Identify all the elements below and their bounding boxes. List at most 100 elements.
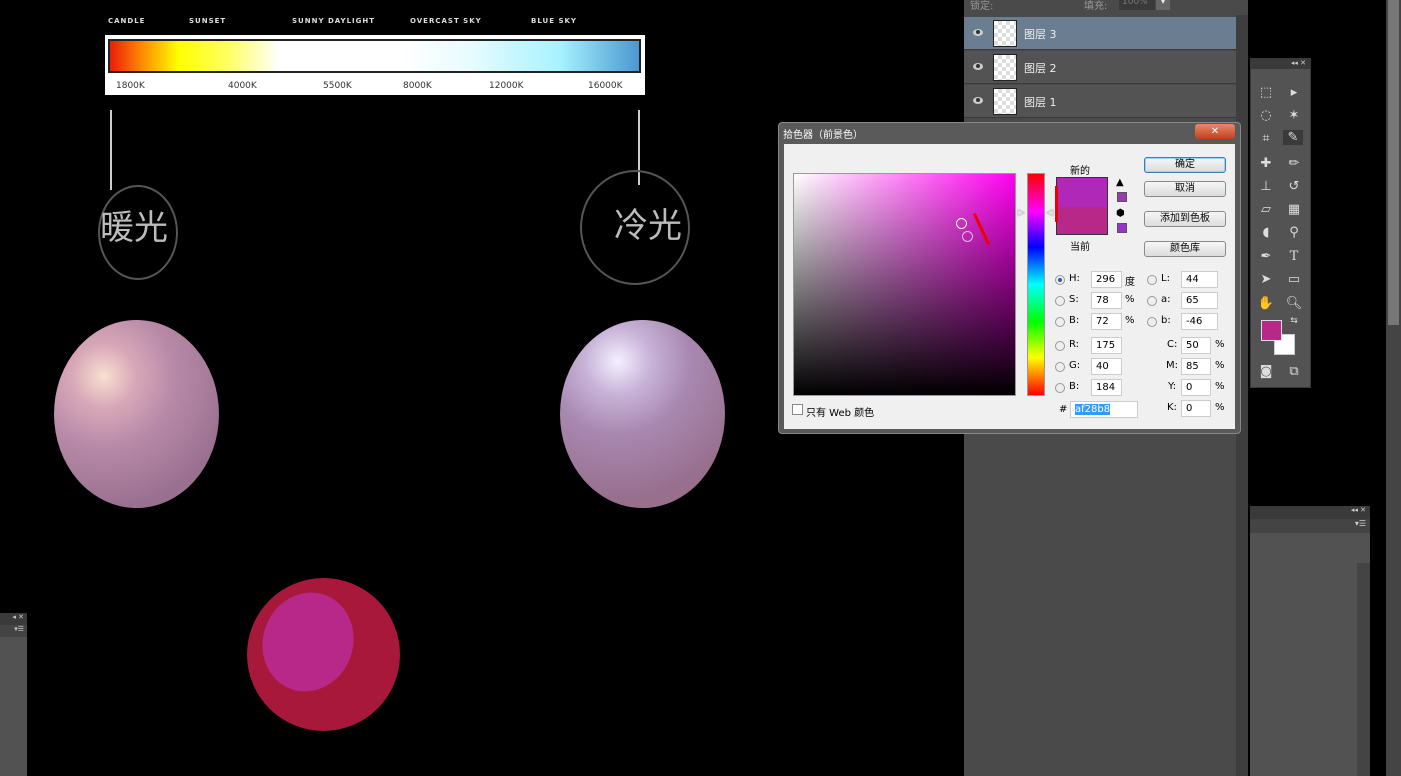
magenta-highlight xyxy=(248,579,368,705)
brush-tool-icon[interactable]: ✏ xyxy=(1284,156,1304,171)
add-to-swatches-button[interactable]: 添加到色板 xyxy=(1144,211,1226,227)
r-radio[interactable] xyxy=(1055,341,1065,351)
web-only-checkbox[interactable] xyxy=(792,404,803,415)
a-input[interactable]: 65 xyxy=(1181,292,1218,309)
swap-colors-icon[interactable]: ⇆ xyxy=(1284,316,1304,326)
stamp-tool-icon[interactable]: ⊥ xyxy=(1256,179,1276,194)
hue-slider[interactable] xyxy=(1027,173,1045,396)
move-tool-icon[interactable]: ▸ xyxy=(1284,85,1304,100)
blue-radio[interactable] xyxy=(1055,383,1065,393)
layer-row[interactable]: 图层 2 xyxy=(964,51,1236,84)
kelvin-tick: 4000K xyxy=(228,81,257,91)
ok-button[interactable]: 确定 xyxy=(1144,157,1226,173)
s-input[interactable]: 78 xyxy=(1091,292,1122,309)
web-safe-warning-icon[interactable]: ⬢ xyxy=(1116,208,1125,219)
gradient-tool-icon[interactable]: ▦ xyxy=(1284,202,1304,217)
right-scrollbar[interactable] xyxy=(1386,0,1401,776)
web-safe-color-swatch[interactable] xyxy=(1117,223,1127,233)
g-input[interactable]: 40 xyxy=(1091,358,1122,375)
layer-thumbnail xyxy=(993,54,1017,81)
toolbox-header[interactable]: ◂◂ ✕ xyxy=(1251,59,1310,69)
shape-tool-icon[interactable]: ▭ xyxy=(1284,272,1304,287)
g-label: G: xyxy=(1069,360,1081,371)
panel-menu-icon[interactable]: ▾☰ xyxy=(1250,519,1370,533)
new-color-swatch xyxy=(1057,178,1107,207)
s-radio[interactable] xyxy=(1055,296,1065,306)
gamut-color-swatch[interactable] xyxy=(1117,192,1127,202)
pen-tool-icon[interactable]: ✒ xyxy=(1256,249,1276,264)
panel-menu-icon[interactable]: ▾☰ xyxy=(0,625,27,637)
fill-label: 填充: xyxy=(1084,1,1108,12)
dodge-tool-icon[interactable]: ⚲ xyxy=(1284,225,1304,240)
k-input[interactable]: 0 xyxy=(1181,400,1211,417)
lab-b-input[interactable]: -46 xyxy=(1181,313,1218,330)
history-brush-tool-icon[interactable]: ↺ xyxy=(1284,179,1304,194)
r-input[interactable]: 175 xyxy=(1091,337,1122,354)
k-label: K: xyxy=(1167,402,1177,413)
blur-tool-icon[interactable]: ◖ xyxy=(1256,225,1276,240)
panel-header[interactable]: ◂◂ ✕ xyxy=(1250,506,1370,519)
crop-tool-icon[interactable]: ⌗ xyxy=(1256,131,1276,146)
l-input[interactable]: 44 xyxy=(1181,271,1218,288)
fill-dropdown-button[interactable]: ▾ xyxy=(1156,0,1170,10)
dialog-title: 拾色器（前景色） xyxy=(783,130,863,141)
screen-mode-icon[interactable]: ⧉ xyxy=(1284,364,1304,379)
quick-mask-icon[interactable]: ◙ xyxy=(1256,364,1276,379)
eye-icon[interactable] xyxy=(973,29,983,36)
hand-tool-icon[interactable]: ✋ xyxy=(1256,296,1276,311)
kelvin-label: OVERCAST SKY xyxy=(410,17,482,25)
foreground-color-swatch[interactable] xyxy=(1261,320,1282,341)
m-unit: % xyxy=(1215,360,1225,371)
kelvin-tick: 16000K xyxy=(588,81,623,91)
kelvin-tick: 8000K xyxy=(403,81,432,91)
c-unit: % xyxy=(1215,339,1225,350)
m-input[interactable]: 85 xyxy=(1181,358,1211,375)
hue-slider-handle-right[interactable]: ◁ xyxy=(1046,208,1053,218)
layer-row[interactable]: 图层 3 xyxy=(964,17,1236,50)
path-selection-tool-icon[interactable]: ➤ xyxy=(1256,272,1276,287)
eyedropper-tool-icon[interactable]: ✎ xyxy=(1283,130,1303,145)
brightness-input[interactable]: 72 xyxy=(1091,313,1122,330)
type-tool-icon[interactable]: T xyxy=(1284,249,1304,264)
lasso-tool-icon[interactable]: ◌ xyxy=(1256,108,1276,123)
saturation-brightness-field[interactable] xyxy=(793,173,1016,396)
fill-input[interactable]: 100% xyxy=(1119,0,1155,10)
cool-sphere xyxy=(560,320,725,508)
h-unit: 度 xyxy=(1125,277,1135,288)
l-radio[interactable] xyxy=(1147,275,1157,285)
layer-row[interactable]: 图层 1 xyxy=(964,85,1236,118)
kelvin-chart-box xyxy=(105,35,645,95)
current-color-swatch[interactable] xyxy=(1057,207,1107,234)
zoom-tool-icon[interactable]: 🔍︎ xyxy=(1284,296,1304,311)
brightness-radio[interactable] xyxy=(1055,317,1065,327)
color-libraries-button[interactable]: 颜色库 xyxy=(1144,241,1226,257)
y-input[interactable]: 0 xyxy=(1181,379,1211,396)
panel-header[interactable]: ◂ ✕ xyxy=(0,613,27,625)
y-unit: % xyxy=(1215,381,1225,392)
red-arrow-annotation xyxy=(972,212,991,246)
panel-scrollbar[interactable] xyxy=(1357,563,1370,776)
eye-icon[interactable] xyxy=(973,63,983,70)
cancel-button[interactable]: 取消 xyxy=(1144,181,1226,197)
healing-brush-tool-icon[interactable]: ✚ xyxy=(1256,156,1276,171)
layer-name: 图层 1 xyxy=(1024,96,1057,109)
hue-slider-handle-left[interactable]: ▷ xyxy=(1018,208,1025,218)
c-input[interactable]: 50 xyxy=(1181,337,1211,354)
color-picker-cursor[interactable] xyxy=(956,218,967,229)
hex-label: # xyxy=(1059,404,1068,415)
kelvin-label: SUNNY DAYLIGHT xyxy=(292,17,376,25)
hex-input[interactable]: af28b8 xyxy=(1070,401,1138,418)
blue-input[interactable]: 184 xyxy=(1091,379,1122,396)
h-radio[interactable] xyxy=(1055,275,1065,285)
eye-icon[interactable] xyxy=(973,97,983,104)
magic-wand-tool-icon[interactable]: ✶ xyxy=(1284,108,1304,123)
close-button[interactable]: ✕ xyxy=(1195,124,1235,139)
h-input[interactable]: 296 xyxy=(1091,271,1122,288)
marquee-tool-icon[interactable]: ⬚ xyxy=(1256,85,1276,100)
eraser-tool-icon[interactable]: ▱ xyxy=(1256,202,1276,217)
out-of-gamut-warning-icon[interactable]: ▲ xyxy=(1116,177,1124,188)
g-radio[interactable] xyxy=(1055,362,1065,372)
scrollbar-thumb[interactable] xyxy=(1388,0,1399,325)
lab-b-radio[interactable] xyxy=(1147,317,1157,327)
a-radio[interactable] xyxy=(1147,296,1157,306)
